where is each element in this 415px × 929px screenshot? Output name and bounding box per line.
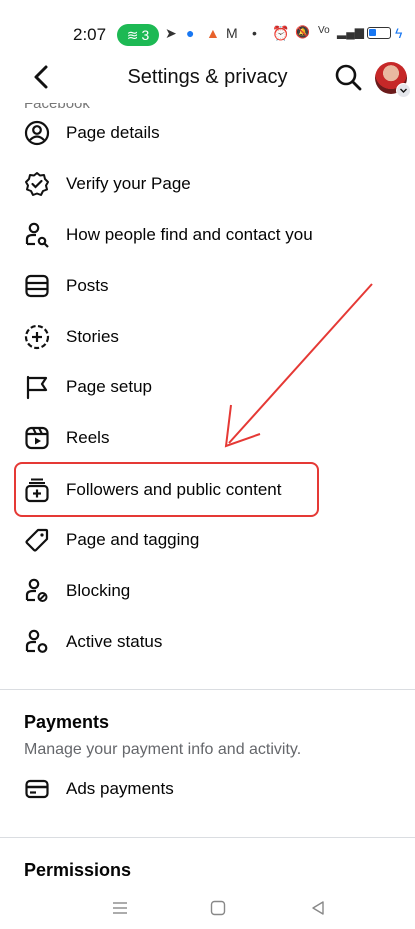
divider <box>0 837 415 838</box>
menu-item-ads-payments[interactable]: Ads payments <box>0 764 415 814</box>
menu-nav-icon[interactable] <box>112 900 128 916</box>
home-nav-icon[interactable] <box>210 900 226 916</box>
section-title-payments: Payments <box>24 712 110 732</box>
section-subtitle-payments: Manage your payment info and activity. <box>24 741 302 758</box>
back-nav-icon[interactable] <box>310 900 326 916</box>
menu-item-label: Ads payments <box>66 779 174 798</box>
system-nav-bar <box>0 892 415 929</box>
credit-card-icon <box>25 779 49 799</box>
divider <box>0 689 415 690</box>
section-title-permissions: Permissions <box>24 860 132 880</box>
